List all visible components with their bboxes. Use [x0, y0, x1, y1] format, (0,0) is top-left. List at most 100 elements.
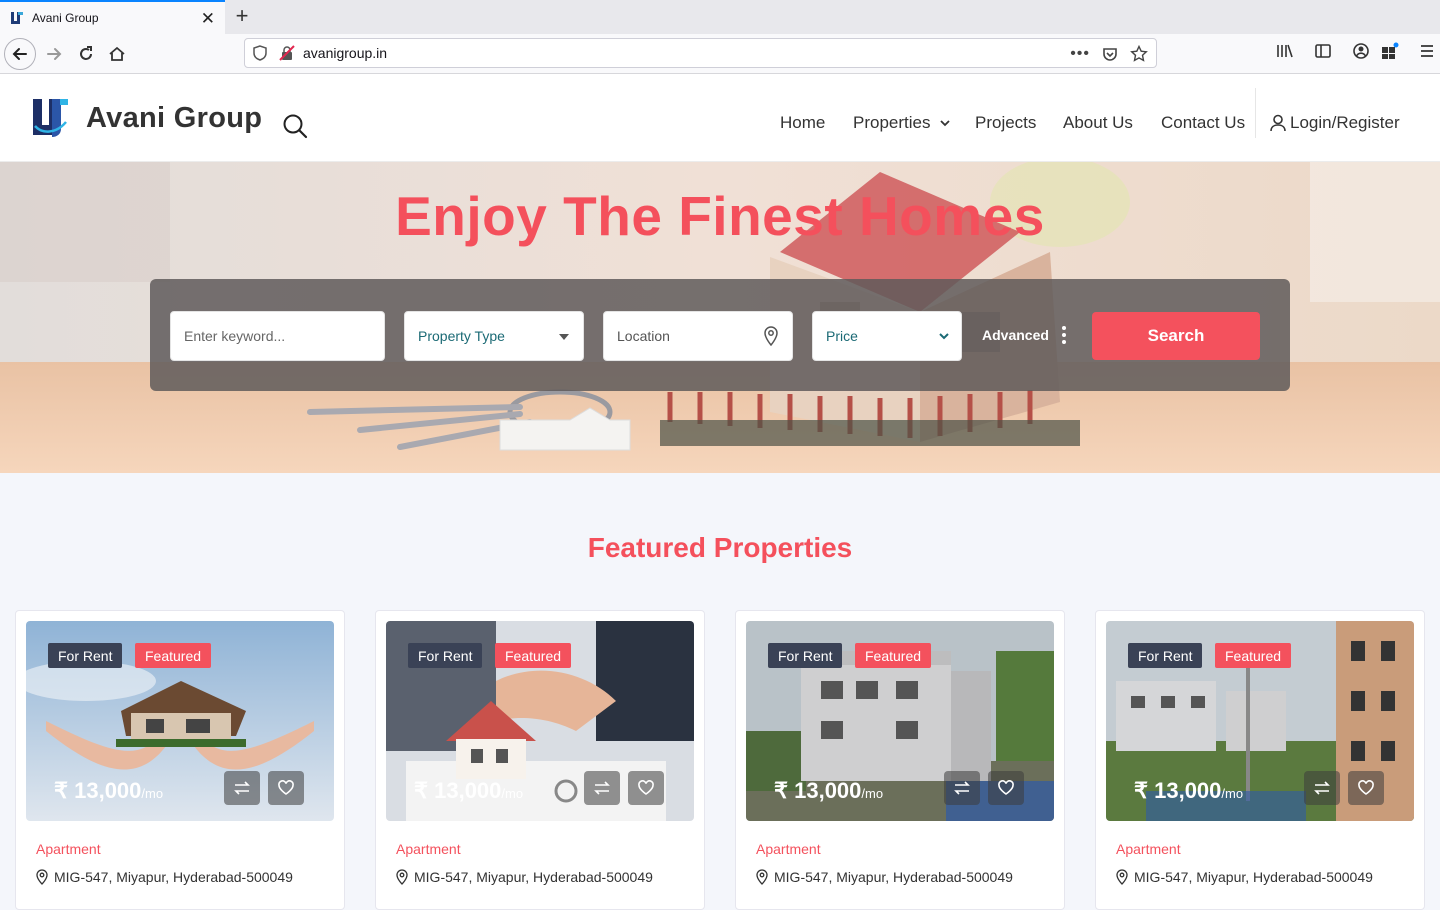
- nav-divider: [1255, 88, 1256, 138]
- menu-icon[interactable]: [1418, 42, 1436, 60]
- property-type[interactable]: Apartment: [1116, 841, 1181, 857]
- property-card[interactable]: For Rent Featured ₹ 13,000/mo Apartment …: [375, 610, 705, 910]
- property-type-label: Property Type: [418, 328, 505, 344]
- hero-banner: Enjoy The Finest Homes Enter keyword... …: [0, 162, 1440, 473]
- nav-home[interactable]: Home: [780, 113, 825, 133]
- url-text[interactable]: avanigroup.in: [303, 45, 387, 61]
- map-pin-icon: [756, 869, 768, 885]
- address-bar[interactable]: avanigroup.in •••: [244, 38, 1157, 68]
- for-rent-badge: For Rent: [408, 643, 483, 668]
- property-card[interactable]: For Rent Featured ₹ 13,000/mo Apartment …: [1095, 610, 1425, 910]
- featured-badge: Featured: [1215, 643, 1292, 668]
- heart-icon: [638, 780, 654, 795]
- property-card[interactable]: For Rent Featured ₹ 13,000/mo Apartment …: [15, 610, 345, 910]
- property-address-text: MIG-547, Miyapur, Hyderabad-500049: [54, 869, 293, 885]
- property-image[interactable]: For Rent Featured ₹ 13,000/mo: [746, 621, 1054, 821]
- login-register-link[interactable]: Login/Register: [1270, 113, 1400, 133]
- price-value: ₹ 13,000: [774, 778, 862, 803]
- library-icon[interactable]: [1276, 42, 1294, 60]
- compare-button[interactable]: [584, 771, 620, 805]
- search-icon[interactable]: [281, 112, 309, 140]
- favorite-button[interactable]: [268, 771, 304, 805]
- property-price: ₹ 13,000/mo: [774, 778, 883, 804]
- price-period: /mo: [141, 786, 164, 801]
- property-card[interactable]: For Rent Featured ₹ 13,000/mo Apartment …: [735, 610, 1065, 910]
- compare-button[interactable]: [944, 771, 980, 805]
- home-button[interactable]: [101, 38, 133, 70]
- site-header: Avani Group Home Properties Projects Abo…: [0, 74, 1440, 162]
- pocket-icon[interactable]: [1102, 46, 1118, 62]
- property-address: MIG-547, Miyapur, Hyderabad-500049: [36, 869, 293, 885]
- property-type[interactable]: Apartment: [756, 841, 821, 857]
- compare-arrows-icon: [954, 781, 970, 795]
- keyword-input[interactable]: Enter keyword...: [170, 311, 385, 361]
- browser-tab-title: Avani Group: [32, 11, 99, 25]
- favorite-button[interactable]: [1348, 771, 1384, 805]
- chevron-down-icon: [940, 120, 950, 127]
- nav-properties-label: Properties: [853, 113, 931, 132]
- property-address-text: MIG-547, Miyapur, Hyderabad-500049: [414, 869, 653, 885]
- for-rent-badge: For Rent: [1128, 643, 1203, 668]
- back-button[interactable]: [4, 38, 36, 70]
- forward-button[interactable]: [38, 38, 70, 70]
- browser-toolbar: avanigroup.in •••: [0, 34, 1440, 74]
- price-value: ₹ 13,000: [414, 778, 502, 803]
- featured-badge: Featured: [135, 643, 212, 668]
- location-label: Location: [617, 328, 670, 344]
- chevron-down-icon: [939, 333, 949, 340]
- avani-logo[interactable]: [30, 96, 70, 138]
- brand-name[interactable]: Avani Group: [86, 102, 262, 135]
- heart-icon: [278, 780, 294, 795]
- page-actions-icon[interactable]: •••: [1070, 45, 1090, 63]
- location-input[interactable]: Location: [603, 311, 793, 361]
- featured-properties-heading: Featured Properties: [587, 532, 853, 563]
- compare-arrows-icon: [1314, 781, 1330, 795]
- price-label: Price: [826, 328, 858, 344]
- property-type-select[interactable]: Property Type: [404, 311, 584, 361]
- price-value: ₹ 13,000: [1134, 778, 1222, 803]
- compare-button[interactable]: [224, 771, 260, 805]
- extensions-icon[interactable]: [1380, 42, 1400, 60]
- shield-icon[interactable]: [253, 45, 267, 61]
- caret-down-icon: [559, 334, 569, 340]
- new-tab-icon[interactable]: +: [232, 3, 252, 29]
- close-tab-icon[interactable]: ✕: [201, 9, 215, 29]
- more-options-icon[interactable]: [1060, 325, 1068, 345]
- hero-title: Enjoy The Finest Homes: [395, 185, 1045, 247]
- advanced-search-toggle[interactable]: Advanced: [982, 327, 1049, 343]
- browser-tab[interactable]: Avani Group ✕: [0, 0, 225, 34]
- property-type[interactable]: Apartment: [396, 841, 461, 857]
- nav-properties[interactable]: Properties: [853, 113, 951, 133]
- compare-button[interactable]: [1304, 771, 1340, 805]
- property-image[interactable]: For Rent Featured ₹ 13,000/mo: [1106, 621, 1414, 821]
- site-favicon-icon: [11, 12, 23, 24]
- bookmark-star-icon[interactable]: [1130, 45, 1148, 63]
- heart-icon: [998, 780, 1014, 795]
- compare-arrows-icon: [234, 781, 250, 795]
- insecure-lock-icon[interactable]: [279, 45, 295, 61]
- map-pin-icon: [1116, 869, 1128, 885]
- property-image[interactable]: For Rent Featured ₹ 13,000/mo: [386, 621, 694, 821]
- sidebar-icon[interactable]: [1314, 42, 1332, 60]
- reload-button[interactable]: [70, 38, 102, 70]
- nav-projects[interactable]: Projects: [975, 113, 1036, 133]
- keyword-placeholder: Enter keyword...: [184, 328, 286, 344]
- search-button[interactable]: Search: [1092, 312, 1260, 360]
- property-type[interactable]: Apartment: [36, 841, 101, 857]
- property-price: ₹ 13,000/mo: [54, 778, 163, 804]
- price-period: /mo: [501, 786, 524, 801]
- account-icon[interactable]: [1352, 42, 1370, 60]
- login-register-label: Login/Register: [1290, 113, 1400, 132]
- map-pin-icon: [764, 326, 778, 346]
- price-select[interactable]: Price: [812, 311, 962, 361]
- user-icon: [1270, 114, 1286, 132]
- property-price: ₹ 13,000/mo: [414, 778, 523, 804]
- property-address: MIG-547, Miyapur, Hyderabad-500049: [756, 869, 1013, 885]
- property-address: MIG-547, Miyapur, Hyderabad-500049: [1116, 869, 1373, 885]
- property-image[interactable]: For Rent Featured ₹ 13,000/mo: [26, 621, 334, 821]
- favorite-button[interactable]: [988, 771, 1024, 805]
- favorite-button[interactable]: [628, 771, 664, 805]
- featured-badge: Featured: [495, 643, 572, 668]
- nav-contact-us[interactable]: Contact Us: [1161, 113, 1245, 133]
- nav-about-us[interactable]: About Us: [1063, 113, 1133, 133]
